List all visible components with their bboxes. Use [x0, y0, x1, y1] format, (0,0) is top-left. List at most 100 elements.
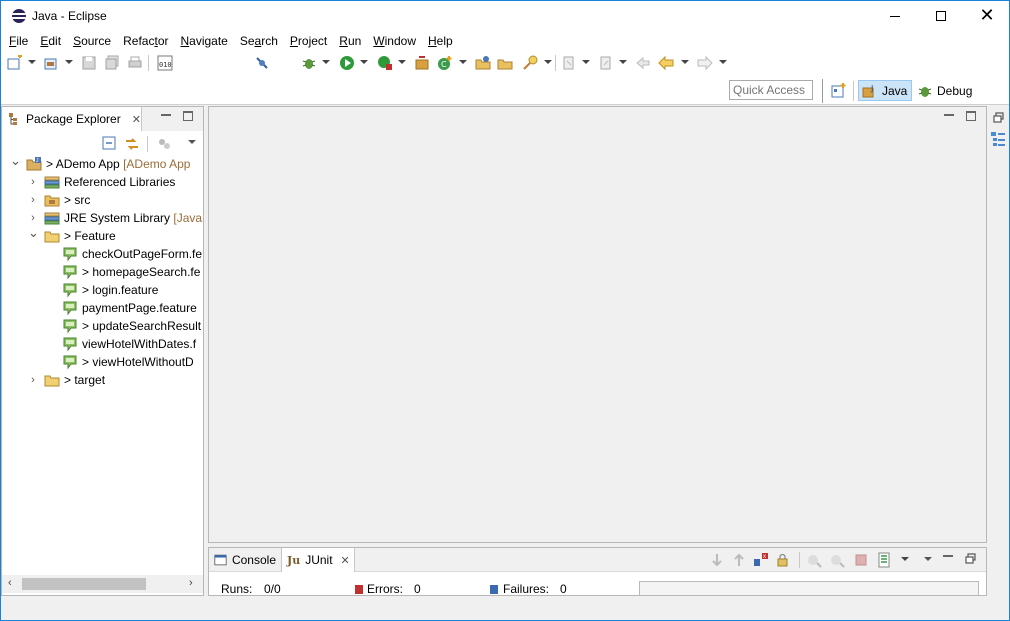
- scroll-lock-icon[interactable]: [776, 552, 792, 568]
- menu-item-project[interactable]: Project: [284, 31, 333, 51]
- menu-item-help[interactable]: Help: [422, 31, 459, 51]
- chevron-down-icon[interactable]: ⌄: [28, 226, 39, 245]
- tree-item-label: JRE System Library [JavaSE: [64, 209, 203, 227]
- outline-icon[interactable]: [990, 131, 1006, 147]
- panel-minimize-icon[interactable]: [943, 555, 953, 557]
- package-explorer-tab-label: Package Explorer: [26, 112, 121, 126]
- open-perspective-icon[interactable]: [831, 83, 847, 99]
- tree-item[interactable]: viewHotelWithDates.f: [2, 335, 203, 353]
- next-annotation-dropdown-icon[interactable]: [582, 60, 590, 64]
- close-view-icon[interactable]: ✕: [132, 113, 141, 126]
- open-task-icon[interactable]: [497, 55, 513, 71]
- tree-item-label: paymentPage.feature: [82, 299, 197, 317]
- new-icon[interactable]: [7, 55, 23, 71]
- feature-file-icon: [62, 336, 78, 352]
- tree-item[interactable]: > homepageSearch.fe: [2, 263, 203, 281]
- debug-perspective-button[interactable]: Debug: [915, 80, 975, 101]
- tree-item[interactable]: > viewHotelWithoutD: [2, 353, 203, 371]
- tree-item[interactable]: › Referenced Libraries: [2, 173, 203, 191]
- new-dropdown-icon[interactable]: [28, 60, 36, 64]
- close-junit-icon[interactable]: ✕: [341, 554, 350, 567]
- tree-item[interactable]: paymentPage.feature: [2, 299, 203, 317]
- link-with-editor-icon[interactable]: [124, 136, 140, 152]
- run-external-icon[interactable]: [377, 55, 393, 71]
- tree-item-text: viewHotelWithDates.f: [82, 337, 197, 351]
- tree-item[interactable]: > updateSearchResult: [2, 317, 203, 335]
- binary-icon[interactable]: 010: [157, 55, 173, 71]
- new-class-dropdown-icon[interactable]: [459, 60, 467, 64]
- debug-perspective-icon: [918, 86, 932, 97]
- close-button[interactable]: ✕: [964, 1, 1009, 31]
- editor-minimize-icon[interactable]: [944, 114, 954, 116]
- open-type-icon[interactable]: [475, 55, 491, 71]
- menu-label-part: indow: [384, 34, 416, 48]
- tab-junit[interactable]: Ju JUnit ✕: [281, 548, 355, 572]
- menu-item-navigate[interactable]: Navigate: [174, 31, 233, 51]
- chevron-right-icon[interactable]: ›: [28, 191, 38, 209]
- tree-item[interactable]: > login.feature: [2, 281, 203, 299]
- editor-area: [208, 106, 987, 543]
- new-package-icon[interactable]: [44, 55, 60, 71]
- scrollbar-thumb[interactable]: [22, 578, 146, 590]
- junit-view-menu-icon[interactable]: [924, 557, 932, 561]
- search-icon[interactable]: [522, 55, 538, 71]
- minimize-button[interactable]: [872, 1, 918, 31]
- tree-item[interactable]: ⌄ J > ADemo App [ADemo App: [2, 155, 203, 173]
- run-external-dropdown-icon[interactable]: [398, 60, 406, 64]
- scroll-right-icon[interactable]: ›: [189, 577, 193, 589]
- search-dropdown-icon[interactable]: [544, 60, 552, 64]
- scroll-left-icon[interactable]: ‹: [8, 577, 12, 589]
- view-minimize-icon[interactable]: [161, 114, 171, 116]
- tree-item-label: viewHotelWithDates.f: [82, 335, 196, 353]
- java-perspective-button[interactable]: J Java: [858, 80, 912, 101]
- collapse-all-icon[interactable]: [102, 136, 116, 150]
- tree-item[interactable]: › > target: [2, 371, 203, 389]
- editor-maximize-icon[interactable]: [966, 111, 976, 121]
- tree-item-prefix: >: [64, 373, 75, 387]
- menu-item-run[interactable]: Run: [333, 31, 367, 51]
- menu-item-file[interactable]: File: [3, 31, 34, 51]
- view-maximize-icon[interactable]: [183, 111, 193, 121]
- new-package-dropdown-icon[interactable]: [65, 60, 73, 64]
- tree-item[interactable]: checkOutPageForm.fe: [2, 245, 203, 263]
- menu-item-window[interactable]: Window: [367, 31, 422, 51]
- tab-package-explorer[interactable]: Package Explorer ✕: [2, 107, 142, 131]
- horizontal-scrollbar[interactable]: ‹ ›: [2, 575, 203, 593]
- package-explorer-tabbar: Package Explorer ✕: [2, 107, 203, 131]
- tree-item[interactable]: › > src: [2, 191, 203, 209]
- new-java-project-icon[interactable]: [414, 55, 430, 71]
- show-failures-only-icon[interactable]: x: [753, 552, 769, 568]
- debug-icon[interactable]: [301, 55, 317, 71]
- tree-item-label: > target: [64, 371, 105, 389]
- tree-item-text: paymentPage.feature: [82, 301, 197, 315]
- menu-item-source[interactable]: Source: [67, 31, 117, 51]
- restore-icon[interactable]: [993, 112, 1004, 123]
- test-history-dropdown-icon[interactable]: [901, 557, 909, 561]
- previous-annotation-dropdown-icon[interactable]: [619, 60, 627, 64]
- back-icon[interactable]: [658, 55, 674, 71]
- menu-item-refactor[interactable]: Refactor: [117, 31, 174, 51]
- library-icon: [44, 174, 60, 190]
- maximize-button[interactable]: [918, 1, 964, 31]
- menu-item-edit[interactable]: Edit: [34, 31, 67, 51]
- test-history-icon[interactable]: [877, 552, 893, 568]
- chevron-down-icon[interactable]: ⌄: [10, 155, 21, 173]
- junit-counters: Runs: 0/0 Errors: 0 Failures: 0: [209, 581, 986, 595]
- menu-item-search[interactable]: Search: [234, 31, 284, 51]
- menu-label-part: dit: [48, 34, 62, 48]
- new-class-icon[interactable]: C: [437, 55, 453, 71]
- debug-dropdown-icon[interactable]: [322, 60, 330, 64]
- back-dropdown-icon[interactable]: [681, 60, 689, 64]
- run-icon[interactable]: [339, 55, 355, 71]
- view-menu-icon[interactable]: [188, 140, 196, 144]
- tree-item[interactable]: ⌄ > Feature: [2, 226, 203, 245]
- chevron-right-icon[interactable]: ›: [28, 371, 38, 389]
- chevron-right-icon[interactable]: ›: [28, 173, 38, 191]
- panel-restore-icon[interactable]: [965, 553, 976, 564]
- forward-dropdown-icon[interactable]: [719, 60, 727, 64]
- tab-console[interactable]: Console: [209, 548, 281, 572]
- tree-item-label: > src: [64, 191, 90, 209]
- run-dropdown-icon[interactable]: [360, 60, 368, 64]
- skip-breakpoints-icon[interactable]: [254, 55, 270, 71]
- quick-access-input[interactable]: [729, 80, 813, 100]
